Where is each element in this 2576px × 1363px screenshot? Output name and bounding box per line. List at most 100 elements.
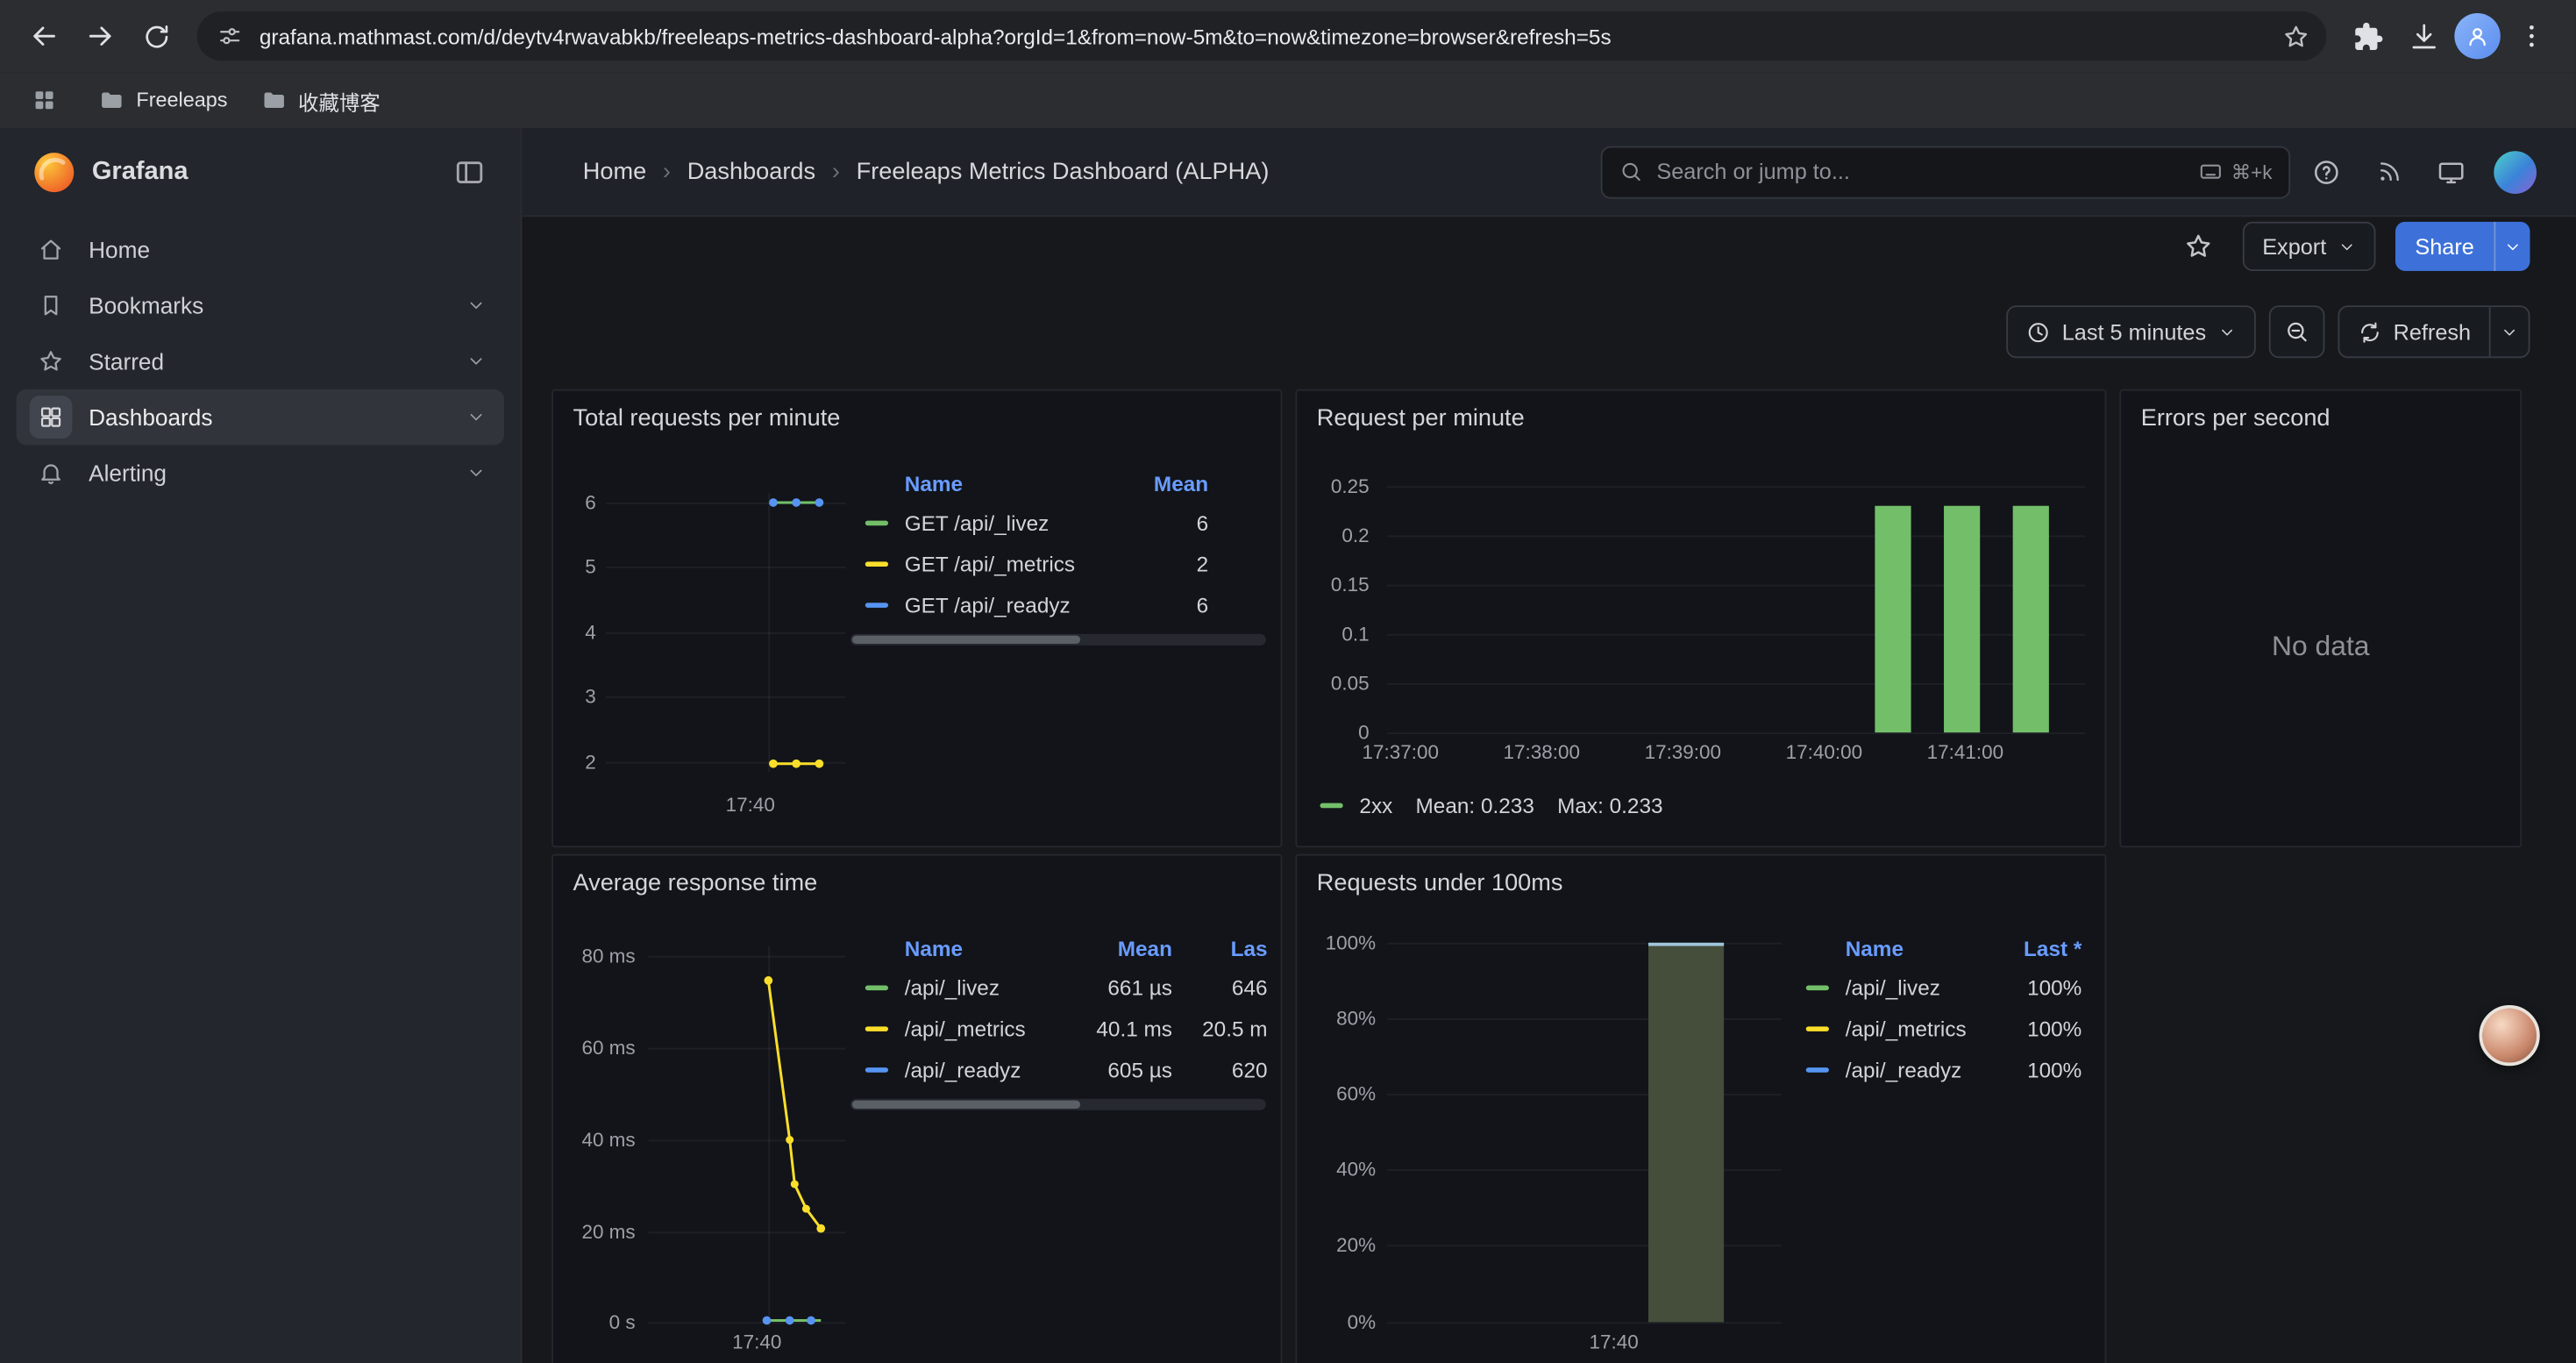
- panel-title[interactable]: Errors per second: [2141, 406, 2330, 432]
- legend-header-name[interactable]: Name: [1790, 935, 1904, 960]
- legend-header-last[interactable]: Last *: [2024, 935, 2081, 960]
- bookmark-star-button[interactable]: [2274, 15, 2316, 58]
- legend-header-mean[interactable]: Mean: [1057, 935, 1172, 960]
- floating-assistant-avatar[interactable]: [2479, 1005, 2539, 1066]
- expand-starred-button[interactable]: [455, 340, 498, 383]
- panel-title[interactable]: Total requests per minute: [573, 406, 841, 432]
- legend-header-name[interactable]: Name: [849, 935, 963, 960]
- series-mean: 6: [1197, 593, 1268, 617]
- help-button[interactable]: [2300, 146, 2352, 198]
- expand-dashboards-button[interactable]: [455, 396, 498, 439]
- home-icon: [30, 228, 73, 271]
- sidebar-item-starred[interactable]: Starred: [17, 333, 504, 389]
- legend-header-last[interactable]: Las: [1195, 935, 1267, 960]
- browser-menu-button[interactable]: [2504, 8, 2560, 64]
- search-box[interactable]: ⌘+k: [1601, 146, 2290, 198]
- legend-item-2xx[interactable]: 2xx: [1320, 793, 1392, 817]
- y-tick: 0.25: [1297, 476, 1369, 496]
- expand-bookmarks-button[interactable]: [455, 284, 498, 327]
- bookmark-label: Freeleaps: [136, 89, 227, 111]
- zoom-out-button[interactable]: [2268, 305, 2324, 358]
- time-range-picker[interactable]: Last 5 minutes: [2006, 305, 2255, 358]
- series-name[interactable]: /api/_metrics: [905, 1017, 1026, 1041]
- bookmark-folder-blog[interactable]: 收藏博客: [260, 84, 381, 116]
- legend-row[interactable]: /api/_readyz 605 µs 620: [849, 1050, 1267, 1091]
- bell-icon: [30, 452, 73, 495]
- breadcrumb-home[interactable]: Home: [583, 159, 646, 185]
- sidebar-item-alerting[interactable]: Alerting: [17, 445, 504, 501]
- scrollbar-thumb[interactable]: [852, 1101, 1081, 1109]
- legend-row[interactable]: /api/_livez 661 µs 646: [849, 967, 1267, 1009]
- keyboard-icon: [2198, 160, 2223, 184]
- share-button[interactable]: Share: [2395, 222, 2494, 271]
- sidebar-item-dashboards[interactable]: Dashboards: [17, 389, 504, 446]
- user-avatar[interactable]: [2494, 150, 2537, 193]
- bar-2xx[interactable]: [1875, 506, 1911, 732]
- y-tick: 80%: [1297, 1009, 1376, 1028]
- y-tick: 20%: [1297, 1235, 1376, 1254]
- favorite-dashboard-button[interactable]: [2174, 222, 2223, 271]
- apps-shortcut-button[interactable]: [23, 79, 66, 122]
- legend-row[interactable]: /api/_readyz 100%: [1790, 1050, 2081, 1091]
- panel-title[interactable]: Request per minute: [1317, 406, 1525, 432]
- refresh-icon: [2357, 319, 2381, 344]
- folder-icon: [98, 87, 125, 113]
- scrollbar-thumb[interactable]: [852, 636, 1081, 644]
- browser-profile-button[interactable]: [2454, 13, 2500, 59]
- series-name[interactable]: /api/_readyz: [1846, 1058, 1962, 1082]
- panel-title[interactable]: Average response time: [573, 870, 818, 896]
- legend-scrollbar[interactable]: [850, 1099, 1266, 1110]
- series-last: 646: [1195, 975, 1267, 1000]
- series-name[interactable]: GET /api/_readyz: [905, 593, 1071, 617]
- panel-title[interactable]: Requests under 100ms: [1317, 870, 1563, 896]
- share-menu-button[interactable]: [2494, 222, 2530, 271]
- series-name[interactable]: /api/_livez: [1846, 975, 1940, 1000]
- sidebar-item-bookmarks[interactable]: Bookmarks: [17, 277, 504, 333]
- reload-button[interactable]: [128, 8, 184, 64]
- y-tick: 4: [553, 623, 596, 642]
- legend-row[interactable]: /api/_livez 100%: [1790, 967, 2081, 1009]
- refresh-interval-button[interactable]: [2489, 307, 2529, 356]
- display-button[interactable]: [2425, 146, 2478, 198]
- legend-header-name[interactable]: Name: [849, 470, 963, 495]
- legend-row[interactable]: GET /api/_readyz 6: [849, 585, 1267, 626]
- series-name[interactable]: /api/_readyz: [905, 1058, 1021, 1082]
- series-name[interactable]: /api/_metrics: [1846, 1017, 1967, 1041]
- address-bar[interactable]: grafana.mathmast.com/d/deytv4rwavabkb/fr…: [197, 11, 2327, 61]
- legend-row[interactable]: /api/_metrics 100%: [1790, 1009, 2081, 1050]
- series-name[interactable]: GET /api/_livez: [905, 510, 1050, 535]
- grafana-logo[interactable]: [32, 151, 75, 194]
- series-name[interactable]: /api/_livez: [905, 975, 1000, 1000]
- bar-under-100ms[interactable]: [1648, 943, 1724, 1323]
- back-button[interactable]: [17, 8, 73, 64]
- url-text[interactable]: grafana.mathmast.com/d/deytv4rwavabkb/fr…: [260, 24, 2274, 48]
- export-button[interactable]: Export: [2243, 222, 2376, 271]
- legend-row[interactable]: /api/_metrics 40.1 ms 20.5 m: [849, 1009, 1267, 1050]
- site-settings-icon: [217, 23, 243, 49]
- news-button[interactable]: [2363, 146, 2416, 198]
- kebab-menu-icon: [2517, 21, 2547, 51]
- search-input[interactable]: [1656, 160, 2185, 184]
- breadcrumb-dashboards[interactable]: Dashboards: [687, 159, 815, 185]
- expand-alerting-button[interactable]: [455, 452, 498, 495]
- x-tick: 17:41:00: [1912, 742, 2017, 761]
- legend-row[interactable]: GET /api/_metrics 2: [849, 544, 1267, 585]
- bar-2xx[interactable]: [1944, 506, 1980, 732]
- legend-scrollbar[interactable]: [850, 634, 1266, 646]
- sidebar-item-label: Starred: [89, 348, 164, 375]
- refresh-button[interactable]: Refresh: [2339, 307, 2489, 356]
- downloads-button[interactable]: [2395, 8, 2451, 64]
- forward-button[interactable]: [72, 8, 128, 64]
- breadcrumb-separator: ›: [663, 159, 671, 185]
- extensions-button[interactable]: [2339, 8, 2395, 64]
- series-name[interactable]: GET /api/_metrics: [905, 552, 1075, 576]
- legend-row[interactable]: GET /api/_livez 6: [849, 503, 1267, 544]
- sidebar-item-home[interactable]: Home: [17, 222, 504, 278]
- legend-header-mean[interactable]: Mean: [1154, 470, 1268, 495]
- series-name[interactable]: 2xx: [1359, 793, 1392, 817]
- panel-avg-response-time: Average response time 80 ms 60 ms 40 ms …: [551, 854, 1282, 1363]
- sidebar-collapse-button[interactable]: [445, 148, 494, 197]
- legend-table: Name Mean Las /api/_livez 661 µs 646 /ap…: [849, 928, 1267, 1090]
- bookmark-folder-freeleaps[interactable]: Freeleaps: [98, 87, 227, 113]
- bar-2xx[interactable]: [2013, 506, 2049, 732]
